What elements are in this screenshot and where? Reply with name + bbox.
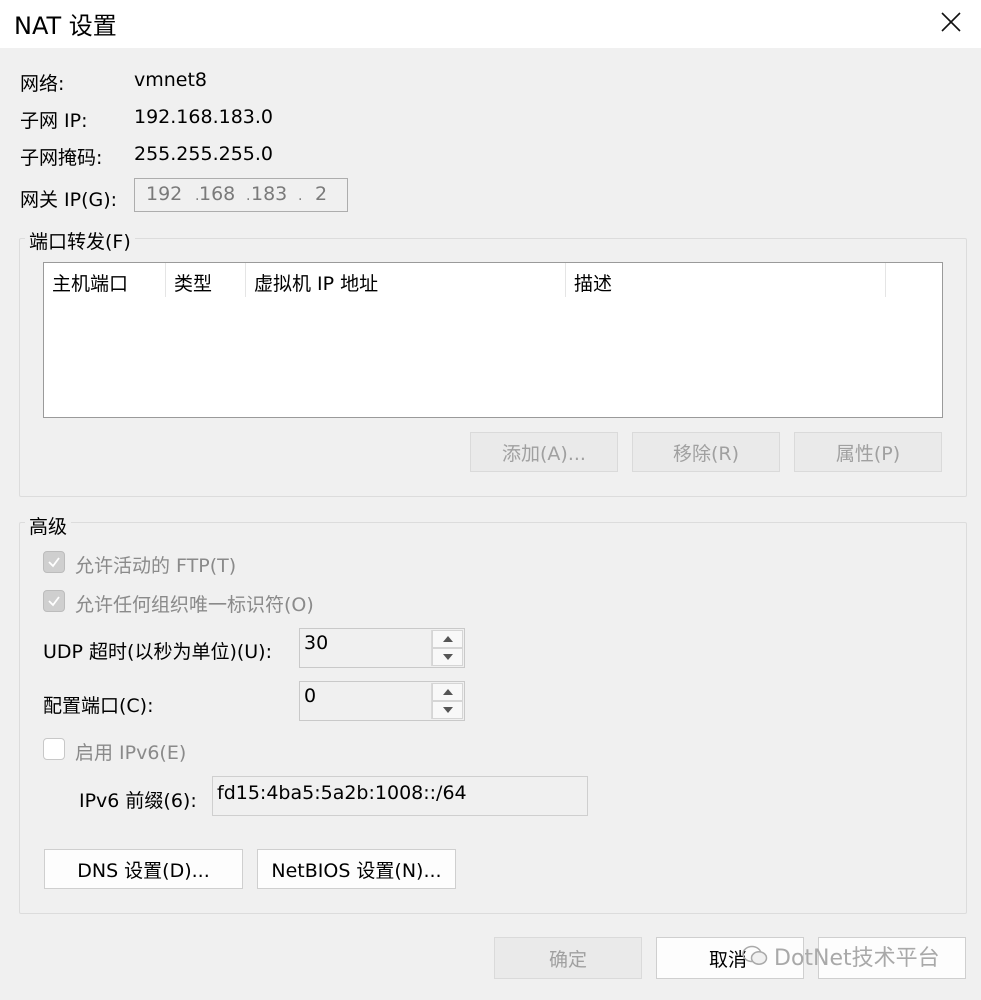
allow-oui-label: 允许任何组织唯一标识符(O) (75, 594, 314, 616)
udp-timeout-value: 30 (304, 632, 329, 654)
ipv6-prefix-input[interactable]: fd15:4ba5:5a2b:1008::/64 (212, 776, 588, 816)
network-value: vmnet8 (134, 69, 208, 91)
subnet-ip-value: 192.168.183.0 (134, 106, 274, 128)
column-header-description[interactable]: 描述 (566, 263, 886, 297)
window-title: NAT 设置 (14, 12, 117, 40)
spin-up-button[interactable] (432, 630, 463, 648)
ipv6-prefix-value: fd15:4ba5:5a2b:1008::/64 (217, 782, 467, 804)
caret-up-icon (442, 636, 453, 642)
properties-button[interactable]: 属性(P) (794, 432, 942, 472)
close-icon (941, 12, 961, 32)
spin-down-button[interactable] (432, 701, 463, 719)
ok-button[interactable]: 确定 (494, 937, 642, 979)
watermark: DotNet技术平台 (742, 940, 940, 972)
config-port-stepper[interactable]: 0 (299, 681, 465, 721)
column-header-vm-ip[interactable]: 虚拟机 IP 地址 (246, 263, 566, 297)
checkmark-icon (48, 596, 60, 607)
octet-separator: . (246, 188, 251, 204)
column-header-host-port[interactable]: 主机端口 (44, 263, 166, 297)
network-label: 网络: (20, 73, 65, 95)
watermark-text: DotNet技术平台 (774, 946, 940, 971)
allow-ftp-checkbox[interactable] (43, 551, 65, 573)
udp-timeout-stepper[interactable]: 30 (299, 628, 465, 668)
subnet-mask-label: 子网掩码: (20, 147, 103, 169)
port-forwarding-title: 端口转发(F) (25, 227, 135, 254)
netbios-settings-button[interactable]: NetBIOS 设置(N)... (257, 849, 456, 889)
checkmark-icon (48, 557, 60, 568)
allow-oui-checkbox[interactable] (43, 590, 65, 612)
ipv6-prefix-label: IPv6 前缀(6): (79, 790, 197, 812)
port-forwarding-list[interactable]: 主机端口 类型 虚拟机 IP 地址 描述 (43, 262, 943, 418)
gateway-ip-label: 网关 IP(G): (20, 189, 118, 211)
close-button[interactable] (921, 0, 981, 44)
spin-up-button[interactable] (432, 683, 463, 701)
subnet-ip-label: 子网 IP: (20, 110, 88, 132)
wechat-icon (742, 945, 768, 965)
dns-settings-button[interactable]: DNS 设置(D)... (44, 849, 243, 889)
caret-up-icon (442, 689, 453, 695)
remove-button[interactable]: 移除(R) (632, 432, 780, 472)
title-bar: NAT 设置 (0, 0, 981, 48)
caret-down-icon (442, 707, 453, 713)
allow-ftp-label: 允许活动的 FTP(T) (75, 555, 237, 577)
config-port-value: 0 (304, 685, 317, 707)
octet-separator: . (298, 188, 303, 204)
subnet-mask-value: 255.255.255.0 (134, 143, 274, 165)
gateway-ip-input[interactable]: 192 . 168 . 183 . 2 (134, 178, 348, 212)
gateway-octet-2: 168 (199, 183, 236, 205)
advanced-title: 高级 (25, 512, 72, 539)
column-header-type[interactable]: 类型 (166, 263, 246, 297)
gateway-octet-1: 192 (146, 183, 183, 205)
caret-down-icon (442, 654, 453, 660)
add-button[interactable]: 添加(A)... (470, 432, 618, 472)
enable-ipv6-label: 启用 IPv6(E) (75, 742, 187, 764)
gateway-octet-3: 183 (251, 183, 288, 205)
config-port-label: 配置端口(C): (43, 695, 154, 717)
gateway-octet-4: 2 (315, 183, 328, 205)
spin-down-button[interactable] (432, 648, 463, 666)
enable-ipv6-checkbox[interactable] (43, 738, 65, 760)
udp-timeout-label: UDP 超时(以秒为单位)(U): (43, 641, 272, 663)
